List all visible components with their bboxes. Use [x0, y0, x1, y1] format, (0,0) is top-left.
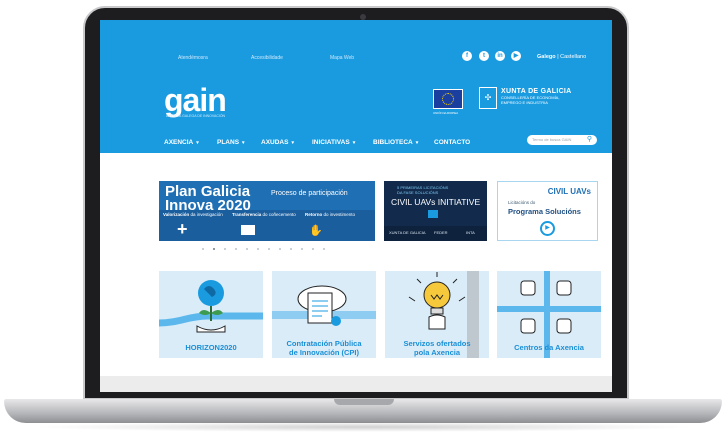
slider-dot[interactable]	[235, 248, 237, 250]
gain-logo-subtitle: AXENCIA GALEGA DE INNOVACIÓN	[166, 114, 226, 118]
plus-icon: +	[177, 219, 188, 239]
facebook-icon[interactable]: f	[462, 51, 472, 61]
tile-horizon2020[interactable]: HORIZON2020	[159, 271, 263, 358]
civil-name: CIVIL UAVs INITIATIVE	[391, 197, 481, 207]
slider-dot[interactable]	[224, 248, 226, 250]
search-input[interactable]: Termo de busca GAIN ⚲	[527, 135, 597, 145]
slide-columns: Valorización da investigación Transferen…	[159, 210, 375, 241]
slide-col-retorno: Retorno do investimento	[305, 212, 356, 217]
nav-axudas[interactable]: AXUDAS ▾	[261, 139, 294, 146]
nav-plans[interactable]: PLANS ▾	[217, 139, 245, 146]
laptop-base	[4, 399, 722, 423]
uav-title: CIVIL UAVs	[547, 187, 591, 196]
chevron-down-icon: ▾	[196, 140, 199, 146]
tile-cpi-label: Contratación Pública de Innovación (CPI)	[286, 339, 362, 357]
slide-civil-uavs-program[interactable]: CIVIL UAVs Licitacións do Programa Soluc…	[497, 181, 598, 241]
link-accesibilidade[interactable]: Accesibilidade	[251, 55, 283, 61]
uav-programa: Programa Solucións	[508, 207, 581, 216]
youtube-icon[interactable]: ▶	[511, 51, 521, 61]
link-mapa-web[interactable]: Mapa Web	[330, 55, 354, 61]
language-switcher: Galego | Castellano	[537, 54, 586, 60]
tile-horizon2020-label: HORIZON2020	[185, 343, 237, 352]
site-header: Atendémosra Accesibilidade Mapa Web f t …	[100, 20, 612, 153]
slider-dot[interactable]	[301, 248, 303, 250]
chevron-down-icon: ▾	[352, 140, 356, 146]
slider-dot[interactable]	[246, 248, 248, 250]
play-icon[interactable]: ▶	[540, 221, 555, 236]
laptop-notch	[334, 399, 394, 405]
slider-dot[interactable]	[257, 248, 259, 250]
slider-dot[interactable]	[268, 248, 270, 250]
nav-biblioteca[interactable]: BIBLIOTECA ▾	[373, 139, 418, 146]
chevron-down-icon: ▾	[415, 140, 419, 146]
lang-galego[interactable]: Galego	[537, 54, 556, 60]
tile-contratacion-publica[interactable]: Contratación Pública de Innovación (CPI)	[272, 271, 376, 358]
slide-main-title: Plan Galicia Innova 2020	[165, 183, 251, 214]
nav-contacto[interactable]: CONTACTO	[434, 139, 470, 146]
slider-dot[interactable]	[213, 248, 215, 250]
uav-licitacions: Licitacións do	[508, 200, 536, 205]
search-placeholder: Termo de busca GAIN	[532, 137, 572, 142]
book-icon	[241, 225, 255, 235]
laptop-shadow	[30, 422, 696, 432]
slide-civil-uavs-initiative[interactable]: 5 PRIMEIRAS LICITACIÓNS DA FASE SOLUCIÓN…	[384, 181, 487, 241]
search-icon[interactable]: ⚲	[587, 135, 592, 143]
hand-icon: ✋	[309, 225, 323, 237]
civil-foot-xunta: XUNTA DE GALICIA	[389, 230, 426, 235]
nav-iniciativas[interactable]: INICIATIVAS ▾	[312, 139, 355, 146]
xunta-title: XUNTA DE GALICIA	[501, 88, 572, 95]
tile-centros-label: Centros da Axencia	[514, 343, 584, 352]
xunta-emblem-icon: ✣	[479, 87, 497, 109]
lang-separator: |	[557, 54, 559, 60]
xunta-line2: EMPREGO E INDUSTRIA	[501, 100, 548, 105]
xunta-block: XUNTA DE GALICIA CONSELLERÍA DE ECONOMÍA…	[501, 88, 572, 105]
civil-top-text: 5 PRIMEIRAS LICITACIÓNS DA FASE SOLUCIÓN…	[397, 185, 449, 195]
eu-label: UNIÓN EUROPEA	[433, 111, 459, 115]
slider-dot[interactable]	[279, 248, 281, 250]
civil-footer-logos: XUNTA DE GALICIA FEDER INTA	[384, 226, 487, 241]
lang-castellano[interactable]: Castellano	[560, 54, 586, 60]
website-screen: Atendémosra Accesibilidade Mapa Web f t …	[100, 20, 612, 392]
slider-dot[interactable]	[323, 248, 325, 250]
slider-dot[interactable]	[290, 248, 292, 250]
twitter-icon[interactable]: t	[479, 51, 489, 61]
link-atendemosra[interactable]: Atendémosra	[178, 55, 208, 61]
civil-foot-inta: INTA	[466, 230, 475, 235]
eu-flag-icon	[433, 89, 463, 109]
laptop-frame: Atendémosra Accesibilidade Mapa Web f t …	[0, 0, 726, 448]
civil-drone-icon	[428, 210, 438, 218]
slide-plan-galicia-innova[interactable]: Plan Galicia Innova 2020 Proceso de part…	[159, 181, 375, 241]
tile-centros-axencia[interactable]: Centros da Axencia	[497, 271, 601, 358]
page-footer-strip	[100, 376, 612, 392]
linkedin-icon[interactable]: in	[495, 51, 505, 61]
slider-dot[interactable]	[312, 248, 314, 250]
slide-col-transferencia: Transferencia do coñecemento	[232, 212, 296, 217]
civil-foot-feder: FEDER	[434, 230, 448, 235]
tile-servizos-ofertados[interactable]: Servizos ofertados pola Axencia	[385, 271, 489, 358]
slide-process-text: Proceso de participación	[271, 190, 348, 197]
chevron-down-icon: ▾	[291, 140, 294, 146]
chevron-down-icon: ▾	[242, 140, 245, 146]
tile-servizos-label: Servizos ofertados pola Axencia	[403, 339, 471, 357]
slider-dot[interactable]	[202, 248, 204, 250]
nav-axencia[interactable]: AXENCIA ▾	[164, 139, 199, 146]
slide-col-valorizacion: Valorización da investigación	[163, 212, 223, 217]
